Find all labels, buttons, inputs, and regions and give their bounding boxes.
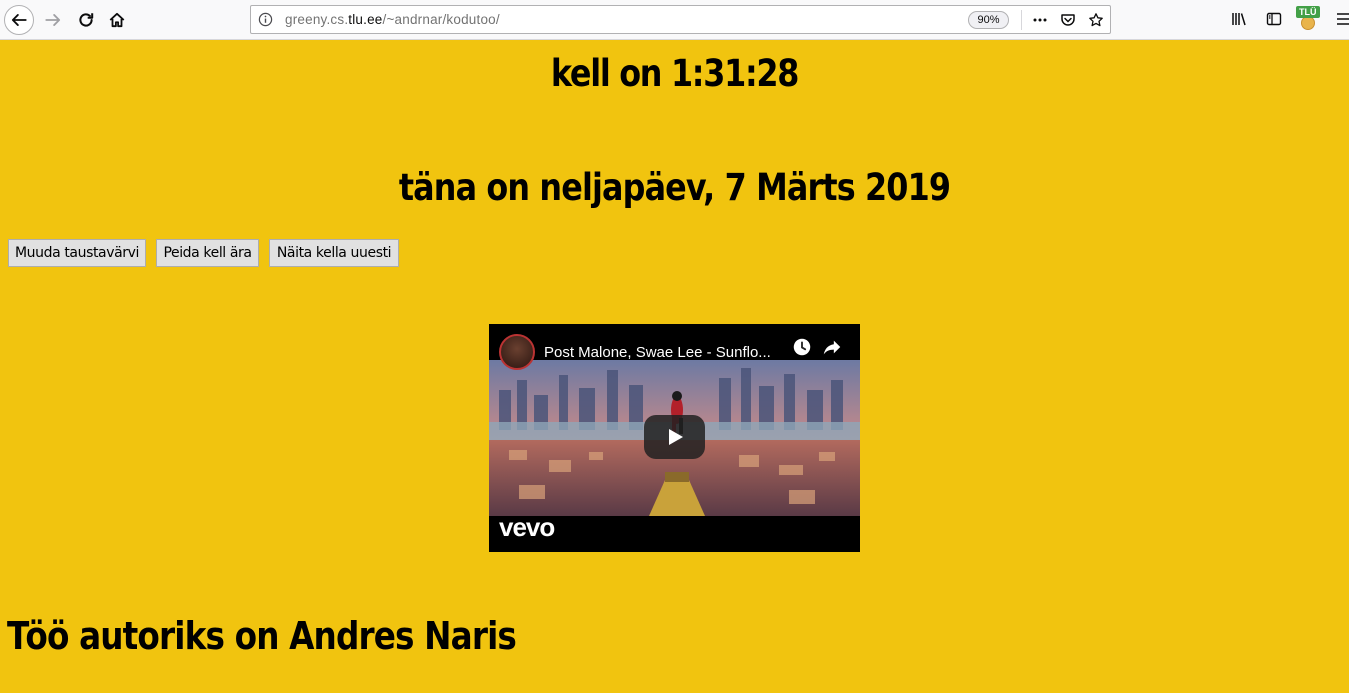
library-icon[interactable] — [1231, 11, 1247, 27]
video-title[interactable]: Post Malone, Swae Lee - Sunflo... — [544, 344, 771, 361]
url-bar[interactable]: greeny.cs.tlu.ee/~andrnar/kodutoo/ 90% — [250, 5, 1111, 34]
page-actions-icon[interactable] — [1032, 12, 1048, 28]
hamburger-menu-icon[interactable] — [1337, 11, 1349, 27]
share-icon[interactable] — [821, 336, 843, 358]
clock-display: kell on 1:31:28 — [550, 52, 799, 95]
date-display: täna on neljapäev, 7 Märts 2019 — [398, 166, 951, 209]
arrow-left-icon — [11, 14, 27, 26]
sidebar-toggle-icon[interactable] — [1266, 11, 1282, 27]
url-prefix: greeny.cs. — [285, 12, 349, 27]
extension-badge: TLÜ — [1296, 6, 1320, 18]
author-text: Töö autoriks on Andres Naris — [7, 614, 517, 658]
arrow-right-icon — [45, 14, 61, 26]
pocket-icon[interactable] — [1060, 12, 1076, 28]
url-path: /~andrnar/kodutoo/ — [382, 12, 500, 27]
back-button[interactable] — [4, 5, 34, 35]
url-text[interactable]: greeny.cs.tlu.ee/~andrnar/kodutoo/ — [285, 12, 500, 27]
home-button[interactable] — [102, 5, 132, 35]
forward-button[interactable] — [38, 5, 68, 35]
vevo-logo: vevo — [499, 512, 555, 542]
youtube-video-embed[interactable]: Post Malone, Swae Lee - Sunflo... vevo — [489, 324, 860, 552]
play-button[interactable] — [644, 415, 705, 459]
show-clock-button[interactable]: Näita kella uuesti — [269, 239, 399, 267]
channel-avatar[interactable] — [499, 334, 535, 370]
extension-avatar — [1301, 16, 1315, 30]
play-icon — [668, 429, 683, 445]
hide-clock-button[interactable]: Peida kell ära — [156, 239, 259, 267]
watch-later-icon[interactable] — [791, 336, 813, 358]
info-icon[interactable] — [258, 12, 273, 27]
change-background-button[interactable]: Muuda taustavärvi — [8, 239, 146, 267]
url-separator — [1021, 10, 1022, 30]
reload-button[interactable] — [71, 5, 101, 35]
zoom-level-badge[interactable]: 90% — [968, 11, 1009, 29]
tlu-extension-icon[interactable]: TLÜ — [1296, 6, 1324, 32]
reload-icon — [79, 13, 94, 27]
browser-toolbar: greeny.cs.tlu.ee/~andrnar/kodutoo/ 90% T… — [0, 0, 1349, 40]
url-domain: tlu.ee — [348, 12, 383, 27]
bookmark-star-icon[interactable] — [1088, 12, 1104, 28]
home-icon — [109, 12, 125, 28]
